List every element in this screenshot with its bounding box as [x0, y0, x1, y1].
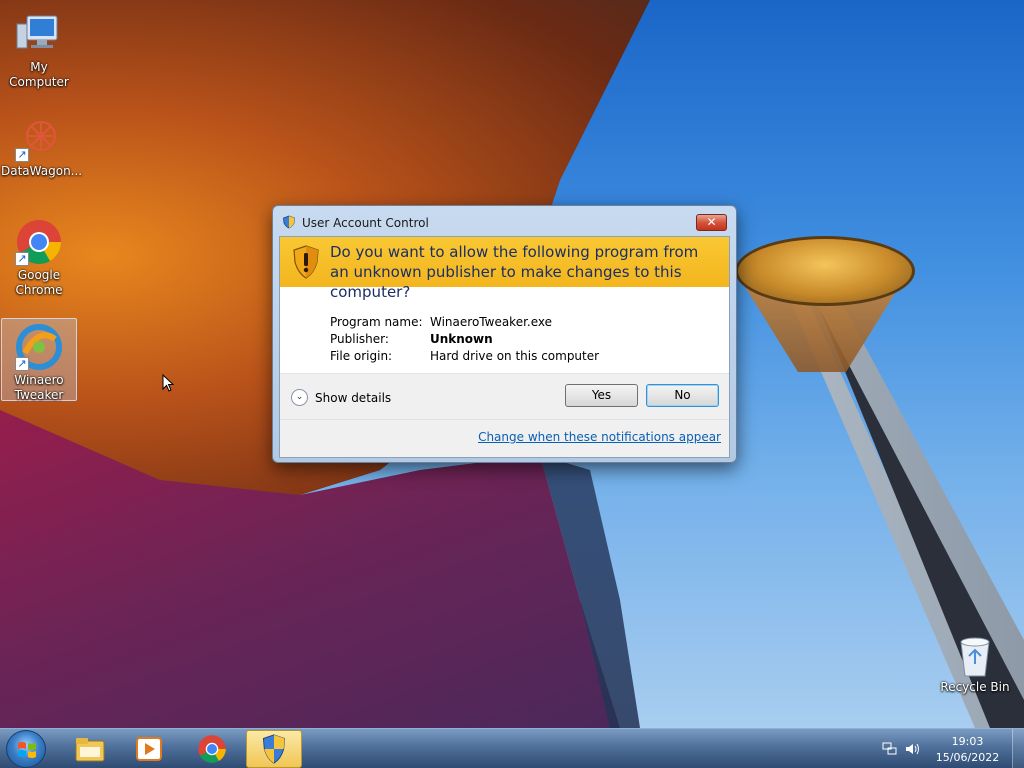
start-button[interactable]: [6, 730, 46, 768]
desktop-icon-recycle-bin[interactable]: Recycle Bin: [937, 630, 1013, 695]
desktop-icon-my-computer[interactable]: My Computer: [1, 6, 77, 90]
desktop-icon-google-chrome[interactable]: ↗ Google Chrome: [1, 214, 77, 298]
uac-actions: ⌄ Show details Yes No: [280, 374, 729, 419]
uac-dialog: User Account Control ✕ Do you want to al…: [272, 205, 737, 463]
desktop-icon-label: My Computer: [9, 60, 69, 89]
mouse-cursor-icon: [162, 374, 174, 392]
desktop-icon-label: Winaero Tweaker: [14, 373, 64, 402]
uac-body: Do you want to allow the following progr…: [279, 236, 730, 458]
windows-explorer-icon: [75, 738, 105, 762]
uac-title: User Account Control: [302, 216, 429, 230]
uac-question-text: Do you want to allow the following progr…: [330, 243, 699, 301]
clock-date[interactable]: 15/06/2022: [930, 751, 1005, 764]
detail-label: File origin:: [330, 349, 393, 363]
wallpaper-needle-saucer: [735, 236, 915, 306]
detail-value: Unknown: [430, 332, 493, 346]
detail-row-publisher: Publisher: Unknown: [330, 331, 599, 348]
change-notifications-link[interactable]: Change when these notifications appear: [478, 430, 721, 444]
windows-logo-icon: [18, 742, 36, 758]
taskbar-uac[interactable]: [246, 730, 302, 768]
datawagon-icon: ↗: [15, 114, 63, 162]
detail-label: Publisher:: [330, 332, 389, 346]
uac-shield-icon: [283, 215, 295, 229]
detail-label: Program name:: [330, 315, 423, 329]
detail-value: WinaeroTweaker.exe: [430, 315, 553, 329]
uac-footer: Change when these notifications appear: [280, 419, 729, 457]
warning-shield-icon: [293, 245, 319, 279]
desktop-icon-label: Recycle Bin: [940, 680, 1010, 694]
desktop-icon-label: Google Chrome: [15, 268, 63, 297]
clock-time[interactable]: 19:03: [930, 735, 1005, 748]
detail-row-file-origin: File origin: Hard drive on this computer: [330, 348, 599, 365]
computer-icon: [15, 10, 63, 58]
taskbar-chrome[interactable]: [184, 730, 240, 768]
shortcut-arrow-icon: ↗: [15, 252, 29, 266]
volume-icon[interactable]: [905, 742, 921, 756]
yes-button[interactable]: Yes: [565, 384, 638, 407]
media-player-icon: [136, 737, 162, 761]
taskbar-explorer[interactable]: [62, 730, 118, 768]
winaero-tweaker-icon: ↗: [15, 323, 63, 371]
uac-details: Program name: WinaeroTweaker.exe Publish…: [330, 314, 599, 365]
chevron-down-icon[interactable]: ⌄: [291, 389, 308, 406]
close-button[interactable]: ✕: [696, 214, 727, 231]
show-desktop-button[interactable]: [1012, 729, 1024, 768]
desktop-icon-winaero-tweaker[interactable]: ↗ Winaero Tweaker: [1, 318, 77, 402]
show-details-label: Show details: [315, 390, 392, 405]
shortcut-arrow-icon: ↗: [15, 148, 29, 162]
system-tray: 19:03 15/06/2022: [878, 729, 1024, 768]
network-icon[interactable]: [882, 742, 898, 756]
uac-titlebar[interactable]: User Account Control ✕: [273, 206, 736, 236]
show-details-toggle[interactable]: ⌄ Show details: [291, 389, 391, 406]
shortcut-arrow-icon: ↗: [15, 357, 29, 371]
detail-value: Hard drive on this computer: [430, 349, 600, 363]
chrome-icon: [198, 735, 226, 763]
taskbar: 19:03 15/06/2022: [0, 728, 1024, 768]
no-button[interactable]: No: [646, 384, 719, 407]
uac-shield-icon: [262, 734, 286, 764]
uac-warning-header: Do you want to allow the following progr…: [280, 237, 729, 301]
desktop-icon-datawagon[interactable]: ↗ DataWagon...: [1, 110, 83, 179]
desktop-icon-label: DataWagon...: [1, 164, 83, 178]
taskbar-media-player[interactable]: [121, 730, 177, 768]
recycle-bin-icon: [955, 634, 995, 678]
detail-row-program-name: Program name: WinaeroTweaker.exe: [330, 314, 599, 331]
chrome-icon: ↗: [15, 218, 63, 266]
